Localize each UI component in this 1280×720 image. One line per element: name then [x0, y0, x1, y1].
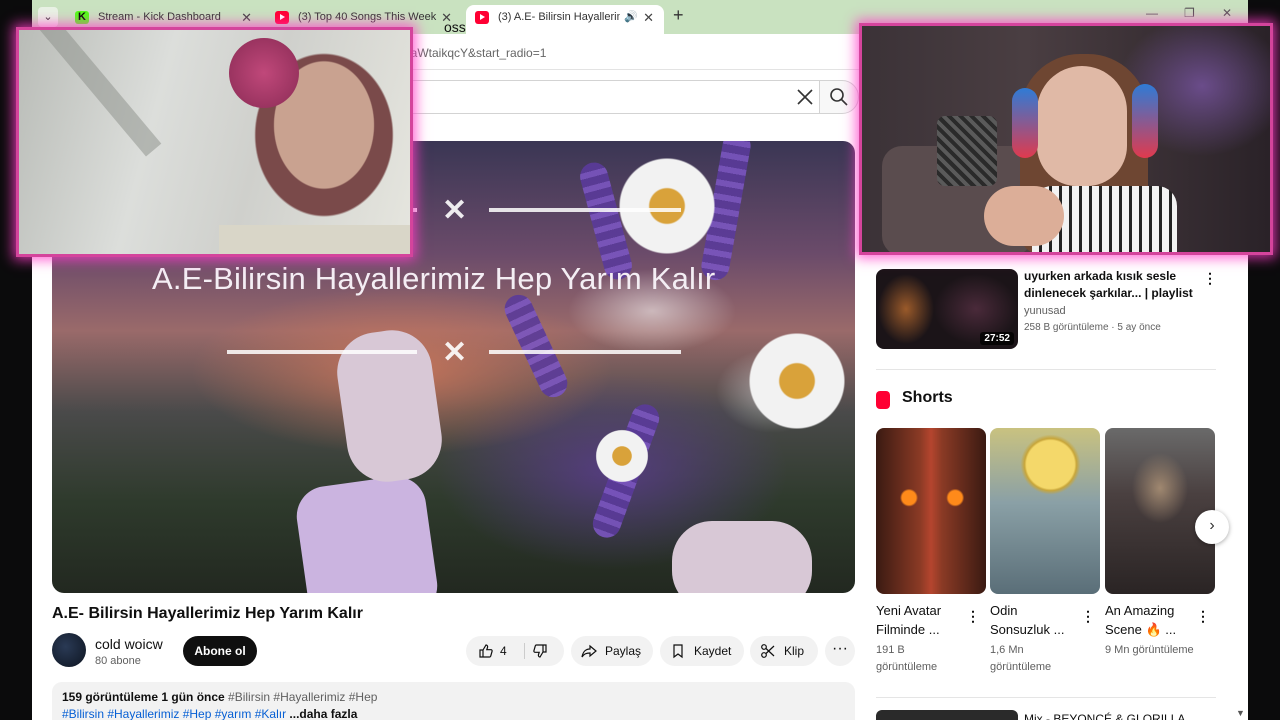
url-text: waWtaikqcY&start_radio=1	[402, 46, 547, 60]
webcam-right	[859, 23, 1273, 255]
share-label: Paylaş	[605, 644, 642, 658]
share-button[interactable]: Paylaş	[571, 636, 653, 666]
more-actions-button[interactable]: ···	[825, 636, 855, 666]
headset-icon	[1132, 84, 1158, 158]
sleeve-decor	[292, 472, 442, 593]
cross-mark: ✕	[442, 194, 468, 227]
headset-icon	[1012, 88, 1038, 158]
subscribe-button[interactable]: Abone ol	[183, 636, 257, 666]
pill-divider	[524, 643, 525, 659]
video-overlay-title: A.E-Bilirsin Hayallerimiz Hep Yarım Kalı…	[152, 261, 716, 296]
new-tab-button[interactable]: +	[673, 5, 684, 26]
kebab-menu-icon[interactable]: ⋮	[966, 608, 980, 625]
daisy-decor	[742, 326, 852, 436]
like-count: 4	[500, 644, 507, 658]
window-close-icon[interactable]: ✕	[1222, 6, 1232, 20]
clip-label: Klip	[784, 644, 805, 658]
recommendation-channel[interactable]: yunusad	[1024, 305, 1066, 317]
cross-mark: ✕	[442, 336, 468, 369]
short-title[interactable]: Odin Sonsuzluk ...	[990, 601, 1070, 639]
thumbs-down-icon[interactable]	[532, 643, 548, 659]
short-views: 9 Mn görüntüleme	[1105, 644, 1194, 656]
search-query: oss	[444, 19, 466, 35]
restore-icon[interactable]: ❐	[1184, 6, 1195, 20]
divider-line	[489, 208, 681, 212]
short-title[interactable]: Yeni Avatar Filminde ...	[876, 601, 956, 639]
clip-button[interactable]: Klip	[750, 636, 818, 666]
shorts-heading-label: Shorts	[902, 389, 953, 406]
kebab-menu-icon[interactable]: ⋮	[1081, 608, 1095, 625]
daisy-decor	[592, 426, 652, 486]
show-more-link[interactable]: ...daha fazla	[289, 707, 357, 720]
scissors-icon	[761, 644, 775, 658]
webcam-left	[16, 27, 413, 257]
person-face	[1037, 66, 1127, 186]
daisy-decor	[612, 151, 722, 261]
hand-decor	[672, 521, 812, 593]
person-hand	[984, 186, 1064, 246]
save-label: Kaydet	[694, 644, 732, 658]
chevron-right-icon[interactable]: ›	[1195, 510, 1229, 544]
subscriber-count: 80 abone	[95, 655, 141, 667]
short-thumbnail[interactable]	[990, 428, 1100, 594]
scroll-down-arrow-icon[interactable]: ▼	[1236, 708, 1245, 718]
save-button[interactable]: Kaydet	[660, 636, 744, 666]
short-title[interactable]: An Amazing Scene 🔥 ...	[1105, 601, 1185, 639]
thumbs-up-icon[interactable]	[478, 643, 494, 659]
short-thumbnail[interactable]	[876, 428, 986, 594]
duration-badge: 27:52	[980, 332, 1014, 345]
tab-list-button[interactable]: ⌄	[38, 7, 58, 27]
section-divider	[876, 697, 1216, 698]
tab-title: (3) A.E- Bilirsin Hayallerimiz	[498, 11, 620, 23]
lupine-decor	[500, 290, 572, 402]
section-divider	[876, 369, 1216, 370]
share-icon	[581, 644, 597, 658]
pillow-decor	[937, 116, 997, 186]
like-dislike-group: 4	[466, 636, 564, 666]
kebab-menu-icon[interactable]: ⋮	[1196, 608, 1210, 625]
youtube-icon	[475, 11, 489, 24]
channel-name[interactable]: cold woicw	[95, 636, 163, 652]
recommendation-title[interactable]: Mix - BEYONCÉ & GLORILLA	[1024, 712, 1185, 720]
close-icon[interactable]: ✕	[643, 5, 654, 30]
recommendation-thumbnail[interactable]: 27:52	[876, 269, 1018, 349]
clear-search-icon[interactable]	[794, 86, 816, 108]
short-views: 1,6 Mn görüntüleme	[990, 644, 1052, 673]
kebab-menu-icon[interactable]: ⋮	[1203, 270, 1217, 287]
recommendation-thumbnail[interactable]	[876, 710, 1018, 720]
short-views: 191 B görüntüleme	[876, 644, 938, 673]
view-count-date: 159 görüntüleme 1 gün önce	[62, 690, 225, 704]
youtube-icon	[275, 11, 289, 24]
short-thumbnail[interactable]	[1105, 428, 1215, 594]
search-input[interactable]	[348, 80, 819, 114]
channel-avatar[interactable]	[52, 633, 86, 667]
tab-current-video[interactable]: (3) A.E- Bilirsin Hayallerimiz 🔊 ✕	[466, 5, 664, 34]
person-hair	[229, 38, 299, 108]
description-box[interactable]: 159 görüntüleme 1 gün önce #Bilirsin #Ha…	[52, 682, 855, 720]
divider-line	[227, 350, 417, 354]
search-icon	[830, 88, 848, 106]
divider-line	[489, 350, 681, 354]
bookmark-icon	[673, 644, 683, 659]
video-title: A.E- Bilirsin Hayallerimiz Hep Yarım Kal…	[52, 605, 363, 622]
kick-icon	[75, 5, 89, 30]
speaker-icon[interactable]: 🔊	[624, 5, 638, 30]
recommendation-title[interactable]: uyurken arkada kısık sesle dinlenecek şa…	[1024, 268, 1194, 302]
stream-scene: ⌄ Stream - Kick Dashboard ✕ (3) Top 40 S…	[0, 0, 1280, 720]
minimize-icon[interactable]: —	[1146, 6, 1158, 20]
shorts-logo-icon	[876, 391, 890, 409]
recommendation-meta: 258 B görüntüleme · 5 ay önce	[1024, 322, 1161, 333]
hashtag-links[interactable]: #Bilirsin #Hayallerimiz #Hep #yarım #Kal…	[62, 707, 286, 720]
inline-hashtags: #Bilirsin #Hayallerimiz #Hep	[228, 690, 378, 704]
search-button[interactable]	[819, 80, 859, 114]
